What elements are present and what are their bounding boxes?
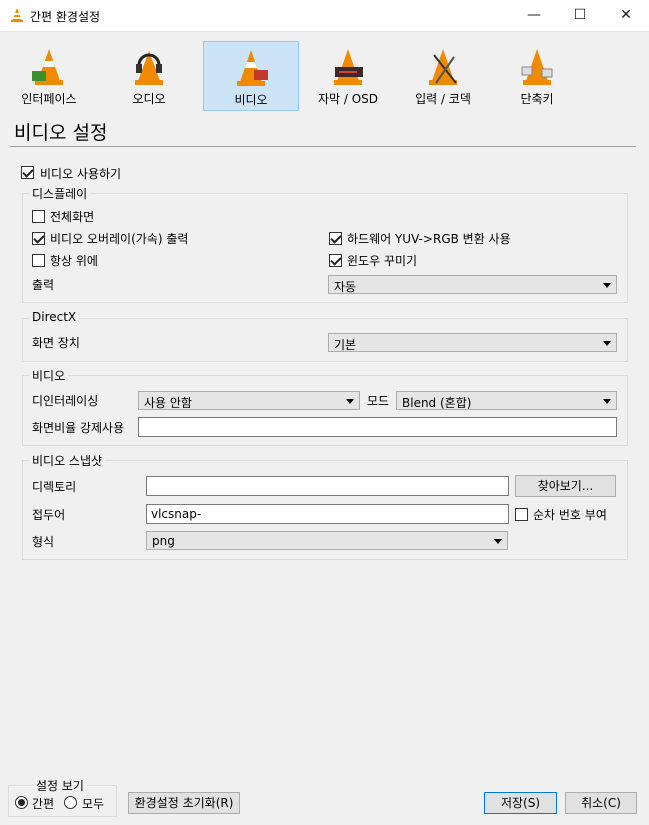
simple-radio-label: 간편 [32, 797, 55, 811]
display-device-label: 화면 장치 [32, 336, 80, 350]
deinterlace-mode-value: Blend (혼합) [402, 396, 472, 410]
category-hotkeys[interactable]: 단축키 [490, 41, 584, 109]
category-label: 입력 / 코덱 [415, 92, 471, 106]
page-title: 비디오 설정 [14, 122, 108, 144]
title-bar: 간편 환경설정 — ☐ ✕ [0, 0, 649, 32]
directx-group-label: DirectX [29, 310, 80, 324]
snapshot-format-label: 형식 [32, 535, 55, 549]
enable-video-checkbox[interactable] [21, 166, 34, 179]
overlay-checkbox[interactable] [32, 232, 45, 245]
deinterlace-mode-label: 모드 [367, 394, 390, 408]
hw-yuv-label: 하드웨어 YUV->RGB 변환 사용 [347, 232, 511, 246]
show-settings-label: 설정 보기 [33, 777, 87, 794]
maximize-button[interactable]: ☐ [557, 0, 603, 31]
snapshot-prefix-label: 접두어 [32, 508, 66, 522]
hw-yuv-checkbox[interactable] [329, 232, 342, 245]
hotkeys-cone-icon [521, 49, 553, 85]
category-input-codecs[interactable]: 입력 / 코덱 [396, 41, 490, 109]
window-title: 간편 환경설정 [30, 10, 101, 24]
fullscreen-label: 전체화면 [50, 210, 95, 224]
maximize-icon: ☐ [573, 7, 587, 23]
category-video[interactable]: 비디오 [203, 41, 299, 111]
sequential-numbering-checkbox[interactable] [515, 508, 528, 521]
all-radio[interactable] [64, 796, 77, 809]
input-codecs-cone-icon [429, 49, 457, 85]
display-group-label: 디스플레이 [29, 185, 91, 202]
category-audio[interactable]: 오디오 [102, 41, 196, 109]
interface-cone-icon [32, 49, 63, 85]
simple-radio[interactable] [15, 796, 28, 809]
output-label: 출력 [32, 278, 55, 292]
category-label: 비디오 [234, 93, 268, 107]
window-decorations-checkbox[interactable] [329, 254, 342, 267]
vlc-cone-icon [11, 8, 23, 22]
snapshot-directory-label: 디렉토리 [32, 480, 77, 494]
category-subtitles[interactable]: 자막 / OSD [301, 41, 395, 109]
output-select[interactable]: 자동 [328, 275, 617, 294]
chevron-down-icon [603, 399, 611, 404]
save-button[interactable]: 저장(S) [484, 792, 557, 814]
aspect-ratio-label: 화면비율 강제사용 [32, 421, 125, 435]
window-decorations-label: 윈도우 꾸미기 [347, 254, 418, 268]
snapshot-prefix-input[interactable]: vlcsnap- [146, 504, 509, 524]
reset-preferences-button[interactable]: 환경설정 초기화(R) [128, 792, 240, 814]
cancel-button[interactable]: 취소(C) [565, 792, 637, 814]
category-label: 자막 / OSD [317, 92, 379, 106]
deinterlace-mode-select[interactable]: Blend (혼합) [396, 391, 617, 410]
display-device-value: 기본 [334, 338, 357, 352]
deinterlace-value: 사용 안함 [144, 396, 192, 410]
category-label: 오디오 [132, 92, 166, 106]
subtitles-cone-icon [334, 49, 363, 85]
deinterlace-select[interactable]: 사용 안함 [138, 391, 360, 410]
browse-button[interactable]: 찾아보기... [515, 475, 616, 497]
overlay-label: 비디오 오버레이(가속) 출력 [50, 232, 189, 246]
fullscreen-checkbox[interactable] [32, 210, 45, 223]
deinterlace-label: 디인터레이싱 [32, 394, 99, 408]
always-on-top-checkbox[interactable] [32, 254, 45, 267]
aspect-ratio-input[interactable] [138, 417, 617, 437]
chevron-down-icon [494, 539, 502, 544]
chevron-down-icon [603, 341, 611, 346]
enable-video-label: 비디오 사용하기 [40, 167, 122, 181]
minimize-icon: — [527, 7, 541, 23]
output-value: 자동 [334, 280, 357, 294]
minimize-button[interactable]: — [511, 0, 557, 31]
all-radio-label: 모두 [82, 797, 105, 811]
chevron-down-icon [603, 283, 611, 288]
category-bar: 인터페이스 오디오 비디오 자막 / OSD 입력 / 코덱 단축키 [0, 36, 649, 112]
close-icon: ✕ [620, 7, 632, 23]
snapshot-format-value: png [152, 534, 175, 548]
close-button[interactable]: ✕ [603, 0, 649, 31]
audio-headphones-cone-icon [135, 51, 163, 85]
category-label: 단축키 [520, 92, 554, 106]
always-on-top-label: 항상 위에 [50, 254, 98, 268]
video-cone-icon [237, 50, 268, 86]
chevron-down-icon [346, 399, 354, 404]
display-device-select[interactable]: 기본 [328, 333, 617, 352]
snapshot-format-select[interactable]: png [146, 531, 508, 550]
snapshot-group-label: 비디오 스냅샷 [29, 452, 106, 469]
category-label: 인터페이스 [21, 92, 77, 106]
title-divider [10, 146, 636, 147]
snapshot-directory-input[interactable] [146, 476, 509, 496]
sequential-numbering-label: 순차 번호 부여 [533, 508, 607, 522]
video-group-label: 비디오 [29, 367, 69, 384]
category-interface[interactable]: 인터페이스 [2, 41, 96, 109]
snapshot-prefix-value: vlcsnap- [151, 507, 202, 521]
